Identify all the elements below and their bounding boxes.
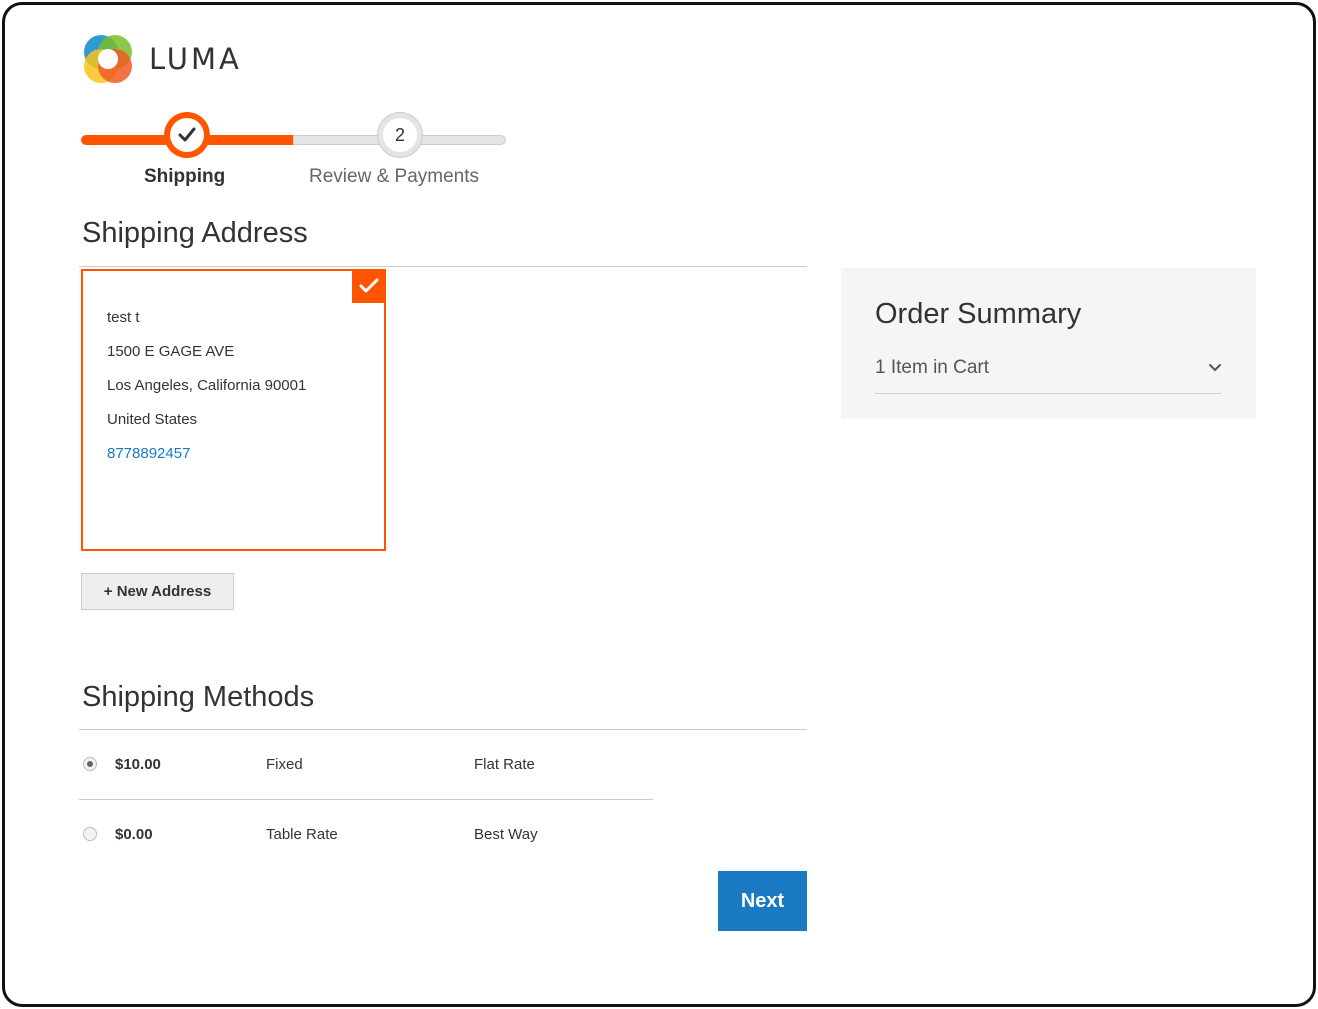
address-phone-link[interactable]: 8778892457	[107, 437, 306, 471]
checkmark-icon	[359, 278, 379, 293]
step-shipping-marker[interactable]	[164, 112, 210, 158]
selected-check-badge	[352, 269, 386, 303]
step-shipping-label[interactable]: Shipping	[144, 166, 225, 188]
divider	[79, 799, 653, 800]
shipping-method-radio[interactable]	[83, 757, 97, 771]
address-street: 1500 E GAGE AVE	[107, 343, 235, 360]
items-in-cart-toggle[interactable]: 1 Item in Cart	[875, 357, 989, 379]
luma-logo-icon	[84, 35, 132, 83]
shipping-method-row[interactable]: $0.00 Table Rate Best Way	[81, 820, 661, 850]
next-button[interactable]: Next	[718, 871, 807, 931]
method-price: $10.00	[115, 756, 161, 773]
checkout-progress: 2 Shipping Review & Payments	[81, 110, 511, 200]
new-address-button[interactable]: + New Address	[81, 573, 234, 610]
order-summary-title: Order Summary	[875, 298, 1082, 330]
order-summary-panel: Order Summary 1 Item in Cart	[841, 268, 1256, 419]
step-number: 2	[383, 118, 417, 152]
address-card-selected[interactable]: test t 1500 E GAGE AVE Los Angeles, Cali…	[81, 269, 386, 551]
shipping-address-title: Shipping Address	[82, 217, 308, 249]
method-name: Flat Rate	[474, 756, 535, 773]
store-logo[interactable]: LUMA	[81, 32, 242, 86]
step-review-label[interactable]: Review & Payments	[309, 166, 479, 188]
divider	[79, 729, 807, 730]
address-city: Los Angeles, California 90001	[107, 377, 307, 394]
method-carrier: Table Rate	[266, 826, 338, 843]
shipping-method-radio[interactable]	[83, 827, 97, 841]
brand-name: LUMA	[149, 42, 242, 76]
method-name: Best Way	[474, 826, 538, 843]
shipping-methods-title: Shipping Methods	[82, 681, 315, 713]
address-lines: test t 1500 E GAGE AVE Los Angeles, Cali…	[107, 301, 306, 471]
method-price: $0.00	[115, 826, 153, 843]
checkmark-icon	[178, 127, 196, 142]
method-carrier: Fixed	[266, 756, 303, 773]
divider	[79, 266, 807, 267]
browser-frame: LUMA 2 Shipping Review & Payments Shippi…	[2, 2, 1316, 1007]
chevron-down-icon[interactable]	[1205, 358, 1225, 378]
shipping-method-row[interactable]: $10.00 Fixed Flat Rate	[81, 750, 661, 780]
address-country: United States	[107, 411, 198, 428]
divider	[875, 393, 1221, 394]
step-review-marker[interactable]: 2	[377, 112, 423, 158]
address-name: test t	[107, 309, 140, 326]
